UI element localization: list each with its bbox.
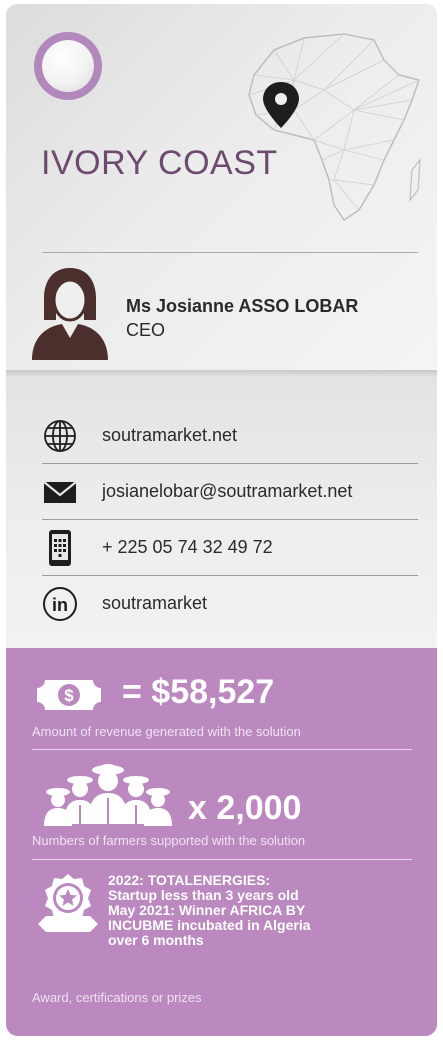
person-role: CEO	[126, 320, 166, 340]
phone-number[interactable]: + 225 05 74 32 49 72	[102, 537, 273, 558]
award-caption: Award, certifications or prizes	[32, 990, 202, 1005]
award-line: May 2021: Winner AFRICA BY	[108, 902, 306, 918]
contact-row-linkedin[interactable]: in soutramarket	[42, 576, 418, 632]
country-flag-icon	[34, 32, 102, 100]
africa-map-icon	[248, 33, 421, 222]
envelope-icon	[43, 481, 77, 503]
revenue-caption: Amount of revenue generated with the sol…	[32, 724, 301, 739]
linkedin-link[interactable]: soutramarket	[102, 593, 207, 614]
svg-text:in: in	[52, 595, 68, 615]
globe-icon	[44, 420, 76, 452]
divider	[32, 859, 412, 860]
money-icon: $	[37, 680, 101, 710]
award-badge-icon	[38, 874, 98, 932]
header-section: IVORY COAST Ms Josianne ASSO LOBAR CEO	[6, 4, 437, 370]
farmers-icon	[44, 764, 172, 826]
award-line: INCUBME incubated in Algeria	[108, 917, 311, 933]
svg-text:$: $	[64, 686, 74, 705]
award-line: over 6 months	[108, 932, 204, 948]
award-text: 2022: TOTALENERGIES: Startup less than 3…	[108, 873, 408, 948]
revenue-value: = $58,527	[122, 673, 275, 711]
contact-row-phone[interactable]: + 225 05 74 32 49 72	[42, 520, 418, 576]
contact-row-website[interactable]: soutramarket.net	[42, 408, 418, 464]
phone-icon	[49, 530, 71, 566]
woman-avatar-icon	[32, 268, 108, 360]
contact-row-email[interactable]: josianelobar@soutramarket.net	[42, 464, 418, 520]
divider	[32, 749, 412, 750]
person-name: Ms Josianne ASSO LOBAR	[126, 296, 359, 316]
country-title: IVORY COAST	[41, 144, 278, 182]
location-pin-icon	[263, 82, 299, 128]
email-link[interactable]: josianelobar@soutramarket.net	[102, 481, 352, 502]
contact-section: soutramarket.net josianelobar@soutramark…	[6, 378, 437, 648]
farmers-caption: Numbers of farmers supported with the so…	[32, 833, 306, 848]
award-line: 2022: TOTALENERGIES:	[108, 872, 271, 888]
award-line: Startup less than 3 years old	[108, 887, 299, 903]
section-separator	[6, 370, 437, 378]
linkedin-icon: in	[43, 587, 77, 621]
farmers-value: x 2,000	[188, 789, 302, 827]
divider	[42, 252, 418, 253]
website-link[interactable]: soutramarket.net	[102, 425, 237, 446]
